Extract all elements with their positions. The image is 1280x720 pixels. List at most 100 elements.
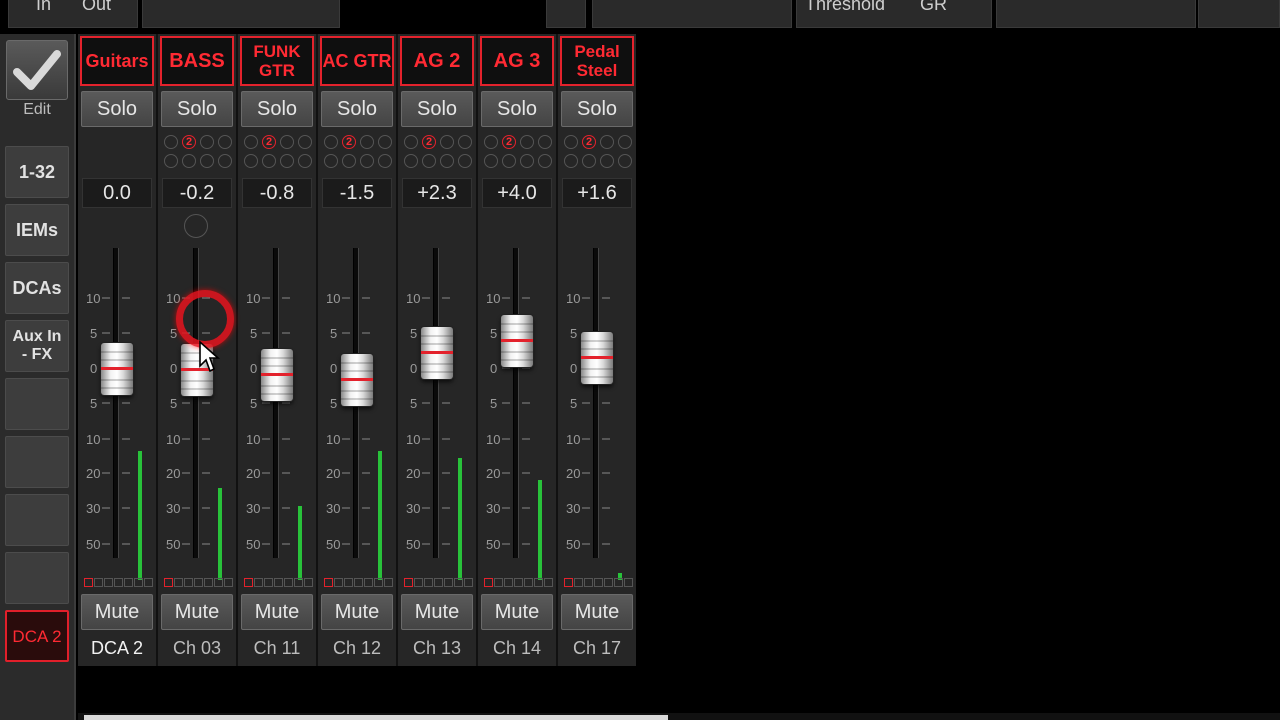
fader-track <box>433 248 439 558</box>
status-led <box>224 578 233 587</box>
checkmark-icon <box>13 50 61 90</box>
group-dot-active: 2 <box>582 135 596 149</box>
solo-button[interactable]: Solo <box>401 91 473 127</box>
channel-name-line1: AC GTR <box>322 50 392 71</box>
channel-name[interactable]: Guitars <box>80 36 154 86</box>
fader[interactable]: 10 5 0 5 10 20 30 50 <box>478 244 556 580</box>
fader[interactable]: 10 5 0 5 10 20 30 50 <box>558 244 636 580</box>
top-segment-5[interactable] <box>996 0 1196 28</box>
status-led <box>214 578 223 587</box>
sidebar-button-iems[interactable]: IEMs <box>5 204 69 256</box>
top-segment-6[interactable] <box>1198 0 1280 28</box>
scale-label: 5 <box>330 326 337 341</box>
channel-name-line2: Steel <box>576 61 618 80</box>
scale-label: 0 <box>490 361 497 376</box>
mute-button[interactable]: Mute <box>241 594 313 630</box>
fader-cap[interactable] <box>261 348 293 401</box>
channel-number-label: Ch 12 <box>332 638 382 658</box>
status-led <box>244 578 253 587</box>
status-led <box>354 578 363 587</box>
group-dot <box>200 135 214 149</box>
fader-level-readout: +2.3 <box>402 178 472 208</box>
group-dot-active: 2 <box>182 135 196 149</box>
top-segment-3[interactable] <box>546 0 586 28</box>
scale-label: 50 <box>406 537 420 552</box>
status-led <box>464 578 473 587</box>
channel-name-text: Guitars <box>85 50 149 71</box>
scale-label: 5 <box>170 326 177 341</box>
scale-label: 50 <box>246 537 260 552</box>
channel-name-text: AC GTR <box>322 50 392 71</box>
scale-label: 10 <box>406 432 420 447</box>
sidebar-button-dca-2[interactable]: DCA 2 <box>5 610 69 662</box>
top-segment-in-out[interactable] <box>8 0 138 28</box>
group-dot <box>440 135 454 149</box>
status-led <box>564 578 573 587</box>
scale-label: 0 <box>570 361 577 376</box>
fader-cap[interactable] <box>581 331 613 384</box>
group-dot <box>520 154 534 168</box>
fader-cap[interactable] <box>101 343 133 395</box>
solo-button[interactable]: Solo <box>561 91 633 127</box>
group-dot <box>298 135 312 149</box>
sidebar-button-empty-3[interactable] <box>5 494 69 546</box>
solo-button[interactable]: Solo <box>241 91 313 127</box>
channel-name[interactable]: Pedal Steel <box>560 36 634 86</box>
scale-label: 0 <box>90 361 97 376</box>
group-dot <box>378 135 392 149</box>
scale-label: 10 <box>406 291 420 306</box>
status-led <box>104 578 113 587</box>
status-led <box>334 578 343 587</box>
status-led <box>514 578 523 587</box>
fader[interactable]: 10 5 0 5 10 20 30 50 <box>238 244 316 580</box>
channel-name-text: AG 2 <box>413 49 461 72</box>
sidebar-button-1-32[interactable]: 1-32 <box>5 146 69 198</box>
sidebar-button-empty-1[interactable] <box>5 378 69 430</box>
fader[interactable]: 10 5 0 5 10 20 30 50 <box>398 244 476 580</box>
select-indicator[interactable] <box>184 214 208 238</box>
fader-cap[interactable] <box>421 326 453 379</box>
channel-name-line1: AG 2 <box>413 49 461 72</box>
solo-button[interactable]: Solo <box>321 91 393 127</box>
channel-number-label: Ch 14 <box>492 638 542 658</box>
top-segment-4[interactable] <box>592 0 792 28</box>
fader-cap[interactable] <box>341 353 373 406</box>
status-leds <box>164 578 234 588</box>
mute-button[interactable]: Mute <box>401 594 473 630</box>
group-dot <box>342 154 356 168</box>
mute-button[interactable]: Mute <box>321 594 393 630</box>
sidebar-button-dcas[interactable]: DCAs <box>5 262 69 314</box>
mute-button[interactable]: Mute <box>161 594 233 630</box>
group-dot <box>564 154 578 168</box>
fader[interactable]: 10 5 0 5 10 20 30 50 <box>318 244 396 580</box>
level-meter <box>538 480 542 580</box>
solo-button[interactable]: Solo <box>81 91 153 127</box>
channel-number-label: Ch 03 <box>172 638 222 658</box>
edit-button[interactable] <box>6 40 68 100</box>
sidebar-button-aux-in-fx[interactable]: Aux In - FX <box>5 320 69 372</box>
channel-name[interactable]: AC GTR <box>320 36 394 86</box>
group-dot <box>360 154 374 168</box>
scale-label: 0 <box>410 361 417 376</box>
fader[interactable]: 10 5 0 5 10 20 30 50 <box>78 244 156 580</box>
status-led <box>484 578 493 587</box>
channel-name-line1: Guitars <box>85 50 149 71</box>
top-segment-2[interactable] <box>142 0 340 28</box>
mute-button[interactable]: Mute <box>481 594 553 630</box>
sidebar-button-empty-4[interactable] <box>5 552 69 604</box>
channel-name[interactable]: BASS <box>160 36 234 86</box>
fader-cap[interactable] <box>501 315 533 367</box>
group-dot <box>262 154 276 168</box>
mute-button[interactable]: Mute <box>81 594 153 630</box>
fader-track <box>273 248 279 558</box>
solo-button[interactable]: Solo <box>481 91 553 127</box>
channel-name[interactable]: AG 3 <box>480 36 554 86</box>
scale-label: 30 <box>486 501 500 516</box>
mute-button[interactable]: Mute <box>561 594 633 630</box>
bottom-scroll-thumb[interactable] <box>84 715 668 720</box>
solo-button[interactable]: Solo <box>161 91 233 127</box>
channel-name[interactable]: AG 2 <box>400 36 474 86</box>
sidebar-button-empty-2[interactable] <box>5 436 69 488</box>
channel-name[interactable]: FUNK GTR <box>240 36 314 86</box>
scale-label: 10 <box>246 291 260 306</box>
